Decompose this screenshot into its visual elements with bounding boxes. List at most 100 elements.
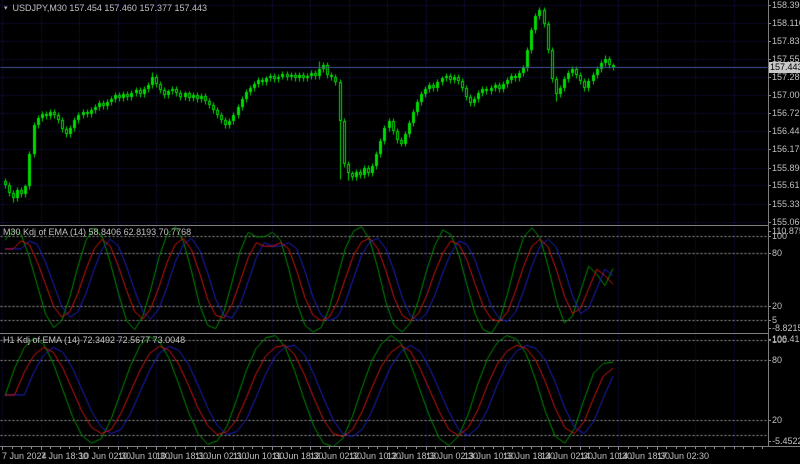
axis-tick [531, 447, 532, 449]
panel-separator[interactable] [0, 225, 769, 226]
price-axis-label: 157.000 [772, 90, 800, 100]
axis-tick [769, 360, 771, 361]
axis-tick [108, 447, 109, 449]
axis-tick [12, 447, 13, 449]
axis-tick [589, 447, 590, 449]
axis-tick [60, 447, 61, 449]
axis-tick [69, 447, 70, 449]
panel-separator[interactable] [0, 333, 769, 334]
axis-tick [769, 131, 771, 132]
indicator-axis-label: 100 [772, 231, 788, 241]
price-axis-label: 156.725 [772, 108, 800, 118]
axis-tick [252, 447, 253, 449]
axis-tick [146, 447, 147, 449]
axis-tick [31, 447, 32, 449]
price-axis-label: 156.445 [772, 126, 800, 136]
price-axis-label: 158.110 [772, 18, 800, 28]
price-axis-label: 157.835 [772, 36, 800, 46]
axis-tick [769, 95, 771, 96]
axis-tick [243, 447, 244, 449]
price-axis-label: 156.170 [772, 144, 800, 154]
axis-tick [769, 41, 771, 42]
chart-title: ▾ USDJPY,M30 157.454 157.460 157.377 157… [4, 3, 207, 13]
price-axis-label: 155.615 [772, 180, 800, 190]
axis-tick [769, 231, 771, 232]
indicator-axis-label: 20 [772, 415, 783, 425]
axis-tick [769, 340, 771, 341]
axis-tick [41, 447, 42, 449]
axis-tick [599, 447, 600, 449]
axis-tick [769, 222, 771, 223]
axis-tick [666, 447, 667, 449]
axis-tick [300, 447, 301, 449]
price-axis-label: 157.280 [772, 72, 800, 82]
axis-tick [223, 447, 224, 449]
axis-tick [769, 168, 771, 169]
axis-tick [445, 447, 446, 449]
axis-tick [769, 320, 771, 321]
axis-tick [769, 420, 771, 421]
axis-tick [769, 77, 771, 78]
axis-tick [310, 447, 311, 449]
axis-tick [570, 447, 571, 449]
indicator-label-kdj-h1: H1 Kdj of EMA (14) 72.3492 72.5677 73.00… [3, 335, 186, 345]
axis-tick [769, 236, 771, 237]
axis-tick [233, 447, 234, 449]
axis-tick [705, 447, 706, 449]
axis-tick [551, 447, 552, 449]
time-axis-label: 17 Jun 02:30 [657, 451, 710, 461]
chart-title-text: USDJPY,M30 157.454 157.460 157.377 157.4… [12, 3, 208, 13]
axis-tick [483, 447, 484, 449]
axis-tick [377, 447, 378, 449]
indicator-label-kdj-m30: M30 Kdj of EMA (14) 58.8406 62.8193 70.7… [3, 227, 192, 237]
axis-tick [281, 447, 282, 449]
axis-tick [512, 447, 513, 449]
axis-tick [714, 447, 715, 449]
axis-tick [753, 447, 754, 449]
axis-tick [474, 447, 475, 449]
axis-tick [695, 447, 696, 449]
axis-tick [320, 447, 321, 449]
axis-tick [724, 447, 725, 449]
axis-tick [769, 441, 771, 442]
axis-tick [769, 328, 771, 329]
axis-tick [272, 447, 273, 449]
axis-tick [397, 447, 398, 449]
symbol-marker-icon: ▾ [4, 5, 8, 12]
axis-tick [166, 447, 167, 449]
axis-tick [608, 447, 609, 449]
axis-tick [769, 5, 771, 6]
axis-tick [2, 447, 3, 449]
time-axis[interactable]: 7 Jun 2024 7 Jun 18:30 10 Jun 02:30 10 Jun … [0, 447, 768, 464]
axis-tick [368, 447, 369, 449]
axis-tick [464, 447, 465, 449]
axis-tick [657, 447, 658, 449]
axis-tick [118, 447, 119, 449]
indicator-axis-label: 100 [772, 335, 788, 345]
axis-tick [50, 447, 51, 449]
axis-tick [21, 447, 22, 449]
axis-tick [195, 447, 196, 449]
axis-tick [454, 447, 455, 449]
axis-tick [769, 253, 771, 254]
price-chart-canvas[interactable] [0, 0, 768, 446]
axis-tick [580, 447, 581, 449]
axis-tick [406, 447, 407, 449]
price-axis-label: 155.890 [772, 163, 800, 173]
chart-window: ▾ USDJPY,M30 157.454 157.460 157.377 157… [0, 0, 800, 464]
axis-tick [734, 447, 735, 449]
axis-tick [647, 447, 648, 449]
axis-tick [522, 447, 523, 449]
axis-tick [769, 59, 771, 60]
axis-tick [137, 447, 138, 449]
axis-tick [387, 447, 388, 449]
axis-tick [329, 447, 330, 449]
indicator-axis-label: 80 [772, 248, 783, 258]
axis-tick [426, 447, 427, 449]
axis-tick [89, 447, 90, 449]
axis-tick [156, 447, 157, 449]
axis-tick [262, 447, 263, 449]
axis-tick [416, 447, 417, 449]
axis-tick [291, 447, 292, 449]
axis-tick [769, 204, 771, 205]
